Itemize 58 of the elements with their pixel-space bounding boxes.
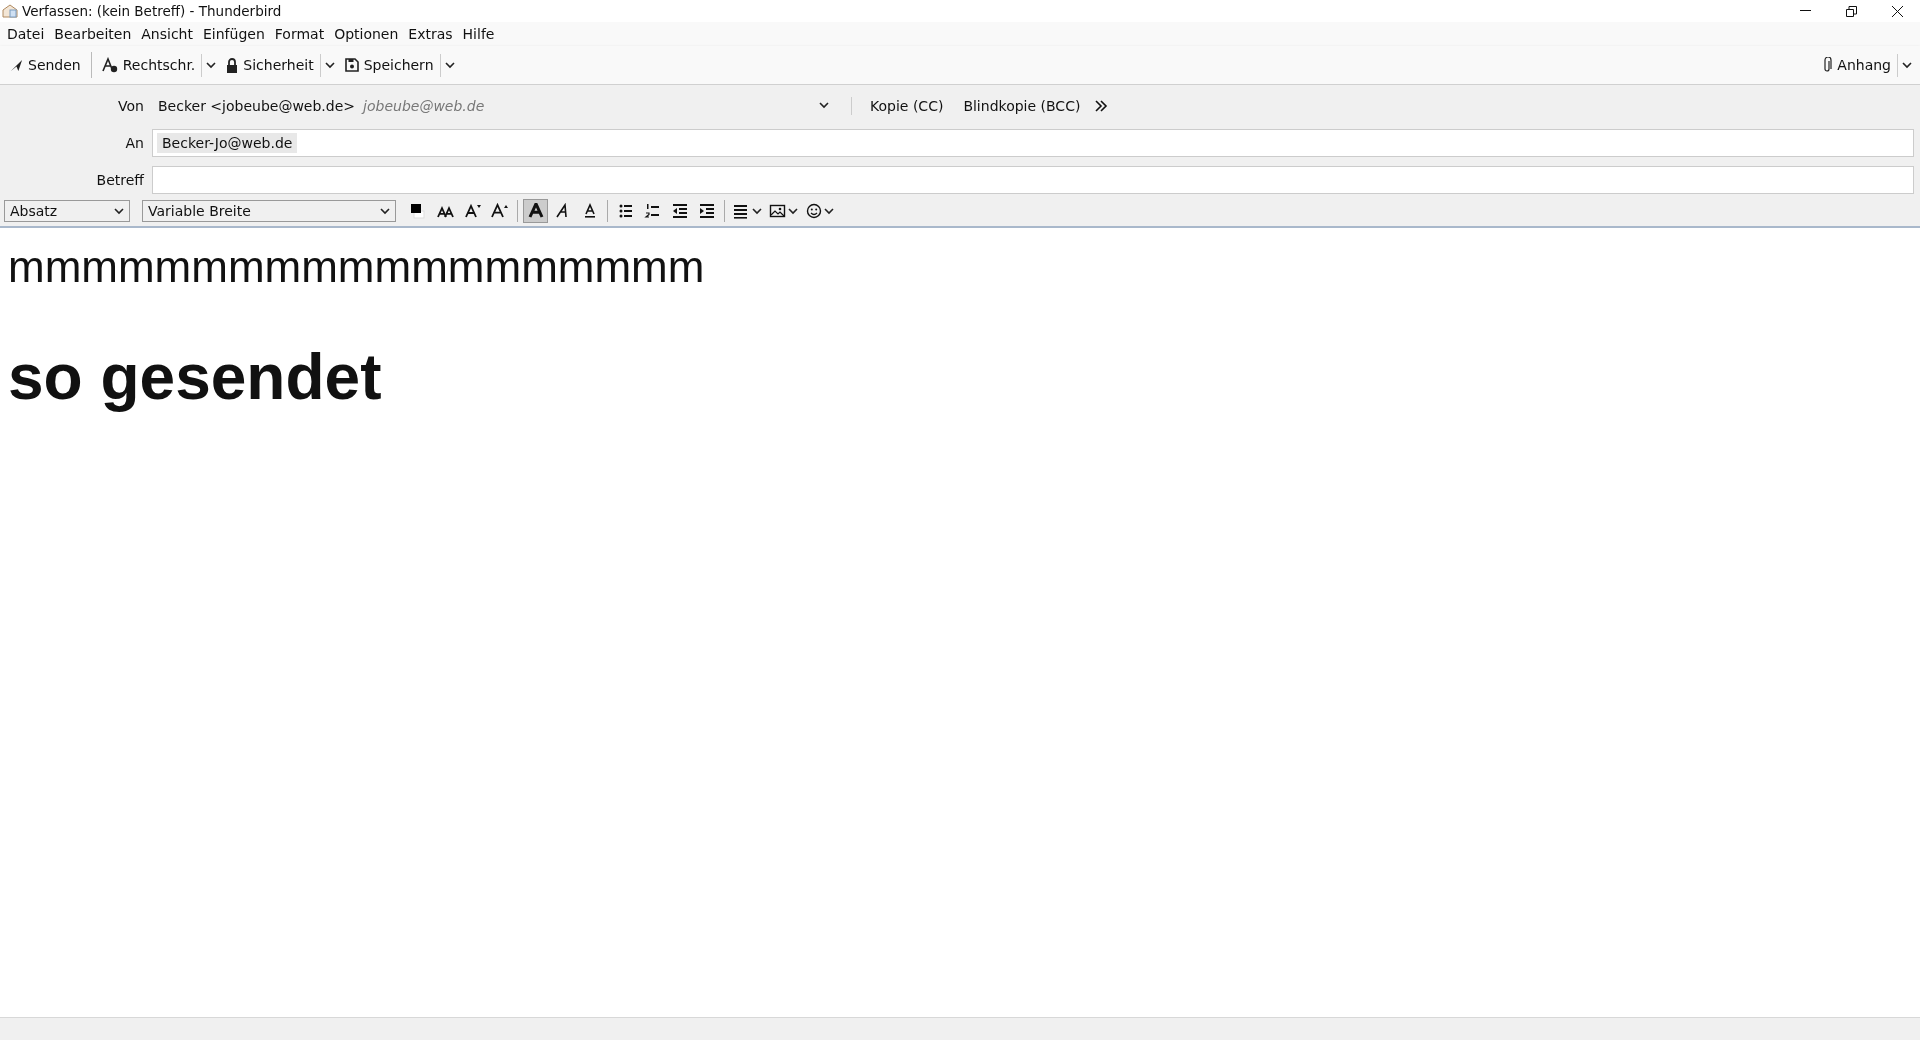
save-button[interactable]: Speichern	[338, 54, 440, 76]
image-icon	[768, 203, 787, 219]
paragraph-dropdown[interactable]: Absatz	[4, 200, 130, 222]
body-text: mmmmmmmmmmmmmmmmmmm	[8, 242, 706, 292]
menu-item[interactable]: Extras	[403, 26, 458, 42]
caret-icon	[324, 61, 335, 69]
lock-button[interactable]: Sicherheit	[220, 54, 320, 76]
caret-icon	[444, 61, 455, 69]
caret-icon	[380, 207, 390, 215]
cc-button[interactable]: Kopie (CC)	[864, 95, 950, 116]
paper-plane-icon	[10, 58, 23, 72]
outdent-icon	[670, 203, 689, 219]
indent-icon	[697, 203, 716, 219]
restore-button[interactable]	[1845, 5, 1857, 17]
window-title: Verfassen: (kein Betreff) - Thunderbird	[22, 3, 282, 19]
caret-icon	[206, 61, 217, 69]
bcc-button[interactable]: Blindkopie (BCC)	[957, 95, 1087, 116]
numbered-list-icon	[643, 203, 662, 219]
font-dropdown[interactable]: Variable Breite	[142, 200, 396, 222]
body-heading: so gesendet	[8, 340, 383, 414]
menu-item[interactable]: Ansicht	[136, 26, 198, 42]
to-label: An	[124, 134, 145, 151]
from-label: Von	[117, 97, 145, 114]
font-larger-icon	[490, 203, 509, 219]
font-smaller-icon	[463, 203, 482, 219]
menu-item[interactable]: Bearbeiten	[49, 26, 137, 42]
close-button[interactable]	[1891, 5, 1903, 17]
menu-item[interactable]: Einfügen	[198, 26, 270, 42]
double-chevron-icon[interactable]	[1094, 99, 1109, 112]
smiley-icon	[804, 203, 823, 219]
minimize-button[interactable]	[1799, 10, 1811, 12]
attach-button[interactable]: Anhang	[1816, 54, 1897, 76]
spell-button[interactable]: Rechtschr.	[95, 54, 202, 76]
menu-item[interactable]: Optionen	[329, 26, 404, 42]
send-button[interactable]: Senden	[4, 54, 87, 76]
lock-icon	[226, 57, 239, 73]
bold-button[interactable]	[523, 199, 548, 223]
caret-icon	[823, 207, 834, 215]
subject-label: Betreff	[95, 171, 146, 188]
caret-icon	[114, 207, 124, 215]
message-body[interactable]: mmmmmmmmmmmmmmmmmmm so gesendet	[0, 228, 1920, 1017]
caret-icon	[1902, 61, 1912, 69]
caret-icon	[819, 102, 829, 109]
caret-icon	[751, 207, 762, 215]
recipient-pill[interactable]: Becker-Jo@web.de	[157, 132, 298, 153]
menu-item[interactable]: Format	[269, 26, 330, 42]
envelope-icon	[2, 4, 18, 18]
sender-name: Becker <jobeube@web.de>	[158, 97, 356, 114]
to-field[interactable]: Becker-Jo@web.de	[152, 128, 1914, 157]
text-color-icon	[409, 203, 428, 219]
bold-icon	[526, 203, 545, 219]
spellcheck-icon	[101, 57, 118, 73]
subject-field[interactable]	[152, 165, 1914, 194]
sender-address: jobeube@web.de	[363, 97, 485, 114]
menu-item[interactable]: Hilfe	[457, 26, 500, 42]
caret-icon	[787, 207, 798, 215]
menu-item[interactable]: Datei	[2, 26, 50, 42]
paperclip-icon	[1822, 57, 1833, 73]
